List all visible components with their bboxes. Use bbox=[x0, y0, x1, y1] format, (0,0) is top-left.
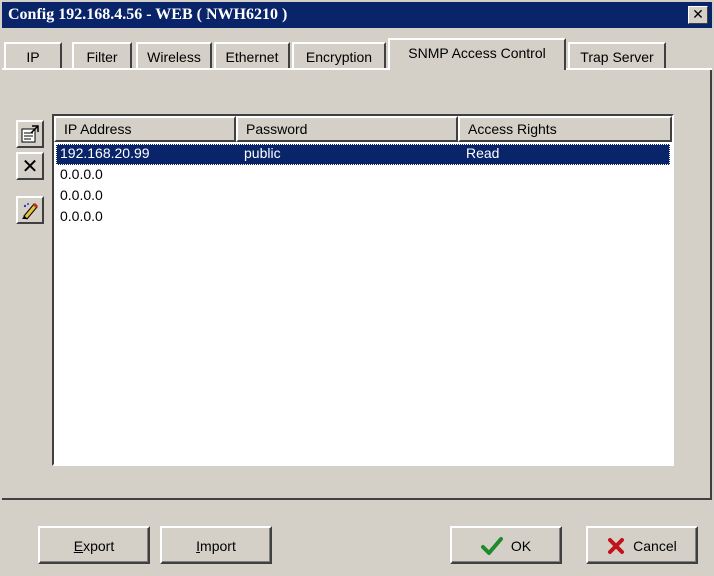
tab-snmp-access-control[interactable]: SNMP Access Control bbox=[388, 38, 566, 70]
cancel-label: Cancel bbox=[633, 538, 677, 555]
tab-panel-right-edge bbox=[710, 68, 712, 498]
cell-password: public bbox=[244, 145, 281, 161]
delete-icon: ✕ bbox=[21, 154, 39, 178]
delete-button[interactable]: ✕ bbox=[16, 152, 44, 180]
tab-wireless-label: Wireless bbox=[147, 49, 201, 65]
column-header-access-rights[interactable]: Access Rights bbox=[458, 116, 672, 142]
table-row[interactable]: 0.0.0.0 bbox=[56, 165, 670, 186]
tab-wireless[interactable]: Wireless bbox=[136, 42, 212, 70]
cancel-button[interactable]: Cancel bbox=[586, 526, 698, 564]
column-header-label: IP Address bbox=[64, 121, 132, 137]
export-label: Export bbox=[73, 538, 115, 555]
title-bar[interactable]: Config 192.168.4.56 - WEB ( NWH6210 ) ✕ bbox=[2, 2, 712, 28]
tab-ip-label: IP bbox=[26, 49, 40, 65]
edit-icon bbox=[22, 202, 39, 220]
cell-access-rights: Read bbox=[466, 145, 500, 161]
export-button[interactable]: Export bbox=[38, 526, 150, 564]
cell-ip-address: 192.168.20.99 bbox=[60, 145, 150, 161]
snmp-access-list[interactable]: IP Address Password Access Rights 192.16… bbox=[52, 114, 674, 466]
list-header: IP Address Password Access Rights bbox=[54, 116, 672, 142]
cell-ip-address: 0.0.0.0 bbox=[60, 187, 103, 203]
window-title: Config 192.168.4.56 - WEB ( NWH6210 ) bbox=[8, 6, 288, 23]
checkmark-icon bbox=[480, 537, 503, 556]
tab-encryption[interactable]: Encryption bbox=[292, 42, 386, 70]
cancel-x-icon bbox=[608, 538, 625, 555]
cell-ip-address: 0.0.0.0 bbox=[60, 166, 103, 182]
tab-ethernet-label: Ethernet bbox=[225, 49, 279, 65]
column-header-password[interactable]: Password bbox=[236, 116, 458, 142]
edit-button[interactable] bbox=[16, 196, 44, 224]
ok-label: OK bbox=[510, 538, 532, 555]
column-header-label: Password bbox=[246, 121, 308, 137]
cell-ip-address: 0.0.0.0 bbox=[60, 208, 103, 224]
properties-button[interactable] bbox=[16, 120, 44, 148]
properties-icon bbox=[21, 125, 39, 143]
close-button[interactable]: ✕ bbox=[688, 6, 708, 24]
tab-trap-server[interactable]: Trap Server bbox=[568, 42, 666, 70]
config-dialog: Config 192.168.4.56 - WEB ( NWH6210 ) ✕ … bbox=[0, 0, 714, 576]
table-row[interactable]: 192.168.20.99 public Read bbox=[56, 144, 670, 165]
import-label: Import bbox=[196, 538, 236, 555]
ok-button[interactable]: OK bbox=[450, 526, 562, 564]
tab-ethernet[interactable]: Ethernet bbox=[214, 42, 290, 70]
import-button[interactable]: Import bbox=[160, 526, 272, 564]
tab-panel-top-edge bbox=[2, 68, 712, 70]
column-header-ip-address[interactable]: IP Address bbox=[54, 116, 236, 142]
tab-trap-server-label: Trap Server bbox=[580, 49, 654, 65]
tab-encryption-label: Encryption bbox=[305, 49, 373, 65]
tab-panel-bottom-edge bbox=[2, 498, 712, 500]
close-icon: ✕ bbox=[692, 7, 704, 23]
table-row[interactable]: 0.0.0.0 bbox=[56, 207, 670, 228]
tab-filter[interactable]: Filter bbox=[72, 42, 132, 70]
tab-filter-label: Filter bbox=[86, 49, 118, 65]
column-header-label: Access Rights bbox=[468, 121, 557, 137]
table-row[interactable]: 0.0.0.0 bbox=[56, 186, 670, 207]
tab-ip[interactable]: IP bbox=[4, 42, 62, 70]
tab-snmp-access-control-label: SNMP Access Control bbox=[408, 45, 546, 61]
